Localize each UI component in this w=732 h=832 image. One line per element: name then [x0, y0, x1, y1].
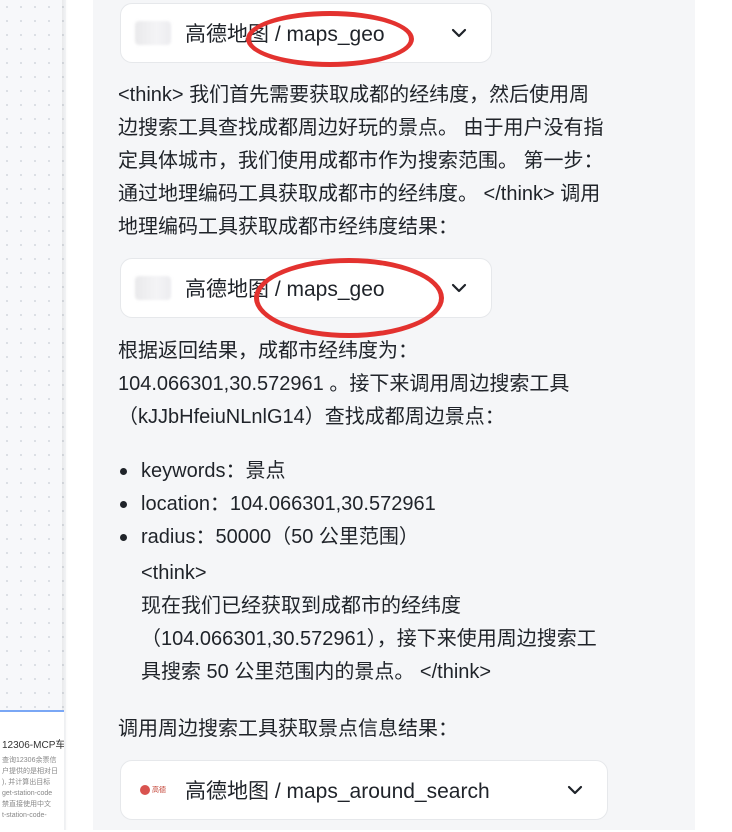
left-panel-shadow	[62, 0, 68, 830]
message-line: 通过地理编码工具获取成都市的经纬度。 </think> 调用	[118, 183, 601, 205]
message-line: 边搜索工具查找成都周边好玩的景点。 由于用户没有指	[118, 117, 604, 139]
sidebar-card-line: 查询12306余票信	[2, 757, 57, 764]
list-item: keywords：景点	[118, 455, 436, 488]
tool-call-card-maps-geo-2[interactable]: 高德地图 / maps_geo	[120, 258, 492, 318]
chevron-down-icon[interactable]	[447, 21, 471, 45]
list-item-text: radius：50000（50 公里范围）	[141, 526, 419, 548]
sidebar-card-line: ), 并计算出目标	[2, 779, 51, 786]
sidebar-card-title: 12306-MCP车	[2, 740, 64, 751]
message-line: <think> 我们首先需要获取成都的经纬度，然后使用周	[118, 84, 590, 106]
message-line: 定具体城市，我们使用成都市作为搜索范围。 第一步：	[118, 150, 604, 172]
sidebar-card-line: 禁直接使用中文	[2, 801, 51, 808]
search-params-list: keywords：景点 location：104.066301,30.57296…	[118, 455, 436, 554]
tool-call-label: 高德地图 / maps_geo	[185, 278, 385, 301]
message-line: （kJJbHfeiuNLnlG14）查找成都周边景点：	[118, 406, 505, 428]
tool-call-card-maps-around-search[interactable]: 高德 高德地图 / maps_around_search	[120, 760, 608, 820]
chevron-down-icon[interactable]	[563, 778, 587, 802]
chevron-down-icon[interactable]	[447, 276, 471, 300]
message-line: 104.066301,30.572961 。接下来调用周边搜索工具	[118, 373, 570, 395]
assistant-message-text: <think> 我们首先需要获取成都的经纬度，然后使用周 边搜索工具查找成都周边…	[118, 79, 678, 244]
left-dotted-background	[0, 0, 66, 830]
tool-logo-icon: 高德	[135, 778, 171, 802]
tool-call-card-maps-geo-1[interactable]: 高德地图 / maps_geo	[120, 3, 492, 63]
tool-logo-icon	[135, 276, 171, 300]
list-item: location：104.066301,30.572961	[118, 488, 436, 521]
message-line: 地理编码工具获取成都市经纬度结果：	[118, 216, 458, 238]
tool-call-label: 高德地图 / maps_around_search	[185, 780, 490, 803]
message-line: 现在我们已经获取到成都市的经纬度	[141, 595, 461, 617]
message-line: <think>	[141, 562, 207, 584]
sidebar-tool-card[interactable]: 12306-MCP车 查询12306余票信 户提供的是相对日 ), 并计算出目标…	[0, 710, 64, 832]
list-item: radius：50000（50 公里范围）	[118, 521, 436, 554]
tool-logo-icon	[135, 21, 171, 45]
sidebar-card-line: get-station-code	[2, 790, 53, 797]
message-line: 调用周边搜索工具获取景点信息结果：	[118, 718, 458, 740]
sidebar-card-line: t-station-code-	[2, 812, 47, 819]
sidebar-card-line: 户提供的是相对日	[2, 768, 58, 775]
assistant-message-text: 根据返回结果，成都市经纬度为： 104.066301,30.572961 。接下…	[118, 335, 678, 434]
message-line: 根据返回结果，成都市经纬度为：	[118, 340, 418, 362]
tool-call-label: 高德地图 / maps_geo	[185, 23, 385, 46]
think-block: <think> 现在我们已经获取到成都市的经纬度 （104.066301,30.…	[118, 557, 678, 689]
logo-text: 高德	[152, 787, 166, 794]
message-line: 具搜索 50 公里范围内的景点。 </think>	[141, 661, 492, 683]
message-line: （104.066301,30.572961），接下来使用周边搜索工	[141, 628, 597, 650]
